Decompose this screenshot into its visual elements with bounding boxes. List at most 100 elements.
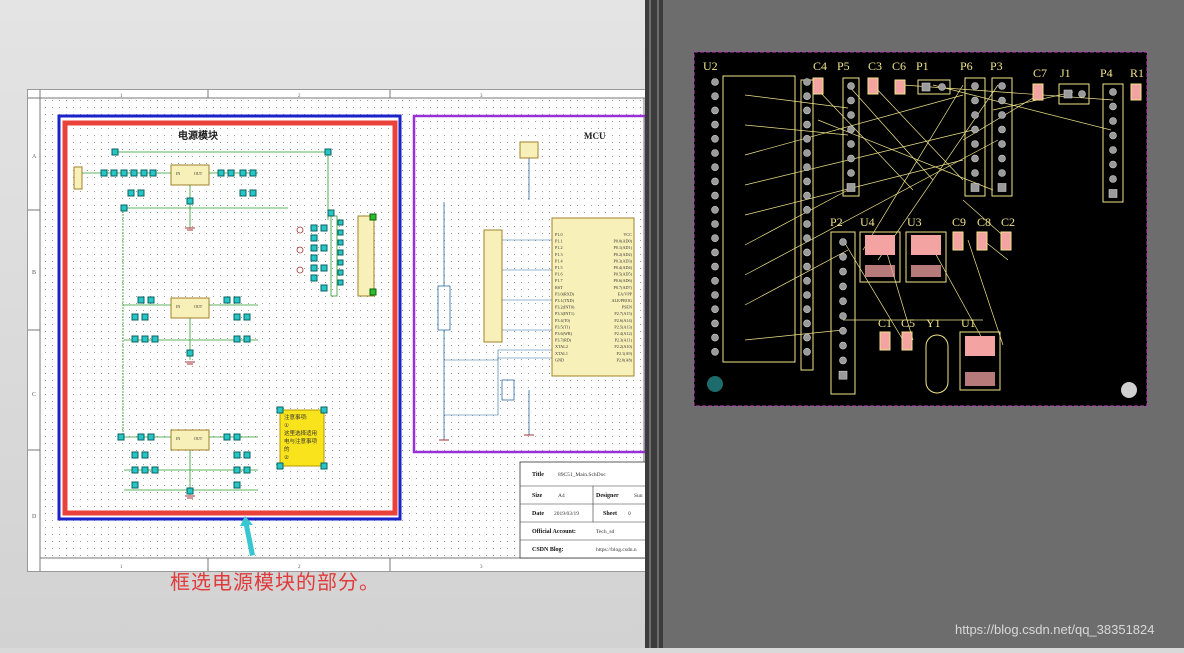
pcb-pad xyxy=(839,297,847,306)
pcb-pad xyxy=(711,177,719,186)
pcb-label-c9: C9 xyxy=(952,215,966,229)
pcb-label-p1: P1 xyxy=(916,59,929,73)
pcb-pad xyxy=(803,120,811,129)
mcu-pin-left-label: P1.4 xyxy=(555,258,563,263)
pcb-pad xyxy=(1109,102,1117,111)
schematic-sheet[interactable]: 1 2 3 1 2 3 A B C D 电源模块 IN OUT IN OUT I… xyxy=(27,89,647,572)
pcb-pad xyxy=(803,106,811,115)
mcu-pin-right-label: P0.2(AD2) xyxy=(614,252,633,257)
pcb-pad xyxy=(803,276,811,285)
tb-date-label: Date xyxy=(532,511,544,517)
pcb-pad xyxy=(711,248,719,257)
pcb-pad xyxy=(839,238,847,246)
splitter-edge-left xyxy=(649,0,651,648)
pcb-pad xyxy=(921,82,931,92)
tb-sheet-label: Sheet xyxy=(603,511,617,517)
pcb-pad xyxy=(1109,131,1117,140)
reg2-in-label: IN xyxy=(176,304,180,309)
pcb-pad xyxy=(847,82,855,90)
tb-blog-label: CSDN Blog: xyxy=(532,547,564,553)
pcb-pad xyxy=(846,183,856,192)
mcu-pin-right-label: P0.3(AD3) xyxy=(614,258,633,263)
pcb-label-u2: U2 xyxy=(703,59,718,73)
pcb-label-p6: P6 xyxy=(960,59,973,73)
pcb-pad xyxy=(803,220,811,228)
mcu-pin-right-label: P0.4(AD4) xyxy=(614,265,633,270)
pcb-label-u4: U4 xyxy=(860,215,875,229)
note-label: 注意事项: xyxy=(284,413,308,421)
tb-designer-value: Sun xyxy=(634,493,643,499)
pcb-label-p4: P4 xyxy=(1100,66,1113,80)
pcb-pad xyxy=(711,106,719,115)
pcb-label-p5: P5 xyxy=(837,59,850,73)
col-label-3-bottom: 3 xyxy=(480,565,483,570)
mcu-pin-left-label: P1.3 xyxy=(555,252,563,257)
schematic-editor-pane: 1 2 3 1 2 3 A B C D 电源模块 IN OUT IN OUT I… xyxy=(0,0,647,648)
reg3-out-label: OUT xyxy=(194,436,203,441)
pcb-pad xyxy=(803,149,811,157)
pcb-label-c7: C7 xyxy=(1033,66,1047,80)
pcb-pad xyxy=(971,169,979,177)
pcb-pad xyxy=(839,326,847,335)
note-line-3: 电与注意事项 xyxy=(284,437,318,445)
pcb-pad xyxy=(803,319,811,328)
mcu-pin-left-label: P3.2(INT0) xyxy=(555,305,575,310)
pcb-pad xyxy=(847,169,855,177)
mcu-pin-left-label: P3.4(T0) xyxy=(555,318,571,323)
pcb-pad xyxy=(1078,90,1086,98)
pcb-label-p3: P3 xyxy=(990,59,1003,73)
pcb-pad xyxy=(803,135,811,143)
tb-designer-label: Designer xyxy=(596,493,619,499)
tb-size-label: Size xyxy=(532,493,543,499)
pcb-pad xyxy=(847,125,855,134)
pcb-pad xyxy=(711,135,719,143)
pane-splitter[interactable] xyxy=(645,0,663,648)
mcu-pin-right-label: P2.0(A8) xyxy=(617,357,633,362)
row-label-b: B xyxy=(32,270,36,276)
mcu-pin-left-label: P1.6 xyxy=(555,272,563,277)
pcb-pad xyxy=(711,333,719,342)
pcb-board[interactable] xyxy=(693,51,1148,407)
pcb-pad xyxy=(998,125,1006,134)
title-block: Title 89C51_Main.SchDoc Size A4 Designer… xyxy=(519,461,646,559)
pcb-pad xyxy=(711,191,719,200)
pcb-pad xyxy=(711,149,719,157)
mcu-pin-right-label: VCC xyxy=(623,232,632,237)
pcb-pad xyxy=(1063,89,1073,99)
pcb-pad xyxy=(803,78,811,86)
tb-sheet-value: 0 xyxy=(628,511,631,517)
pcb-pad xyxy=(938,83,946,91)
watermark: https://blog.csdn.net/qq_38351824 xyxy=(955,622,1155,637)
pcb-pad xyxy=(711,276,719,285)
pcb-pad xyxy=(711,120,719,129)
tb-title-value: 89C51_Main.SchDoc xyxy=(558,472,606,478)
power-block-title: 电源模块 xyxy=(178,129,219,142)
tb-size-value: A4 xyxy=(558,493,565,499)
pcb-pad xyxy=(1109,160,1117,169)
reg1-out-label: OUT xyxy=(194,171,203,176)
pcb-pad xyxy=(803,163,811,171)
pcb-pad xyxy=(997,183,1007,192)
pcb-pad xyxy=(839,252,847,261)
pcb-pad xyxy=(711,220,719,228)
pcb-pad xyxy=(839,282,847,291)
pcb-pad xyxy=(1109,175,1117,183)
pcb-pad xyxy=(971,82,979,90)
pcb-label-c2: C2 xyxy=(1001,215,1015,229)
reg1-in-label: IN xyxy=(176,171,180,176)
pcb-canvas[interactable]: U2 C4 P5 C3 C6 P1 P6 P3 C7 J1 P4 R1 P2 U… xyxy=(663,0,1184,648)
pcb-pad xyxy=(803,177,811,186)
mcu-pin-right-label: P2.1(A9) xyxy=(617,351,633,356)
pcb-pad xyxy=(1108,189,1118,198)
mcu-pin-right-label: P0.7(AD7) xyxy=(614,285,633,290)
mcu-pin-right-label: P2.4(A12) xyxy=(614,331,632,336)
note-annotation[interactable]: 注意事项: ① 这里选择适用 电与注意事项 的 ② xyxy=(276,406,328,470)
pcb-pad xyxy=(971,125,979,134)
mcu-pin-left-label: P1.0 xyxy=(555,232,563,237)
schematic-canvas[interactable]: 1 2 3 1 2 3 A B C D 电源模块 IN OUT IN OUT I… xyxy=(28,90,646,571)
mcu-pin-right-label: P0.1(AD1) xyxy=(614,245,633,250)
pcb-pad xyxy=(998,82,1006,90)
pcb-pad xyxy=(803,206,811,214)
mcu-pin-left-label: P1.2 xyxy=(555,245,563,250)
mcu-pin-right-label: P0.6(AD6) xyxy=(614,278,633,283)
